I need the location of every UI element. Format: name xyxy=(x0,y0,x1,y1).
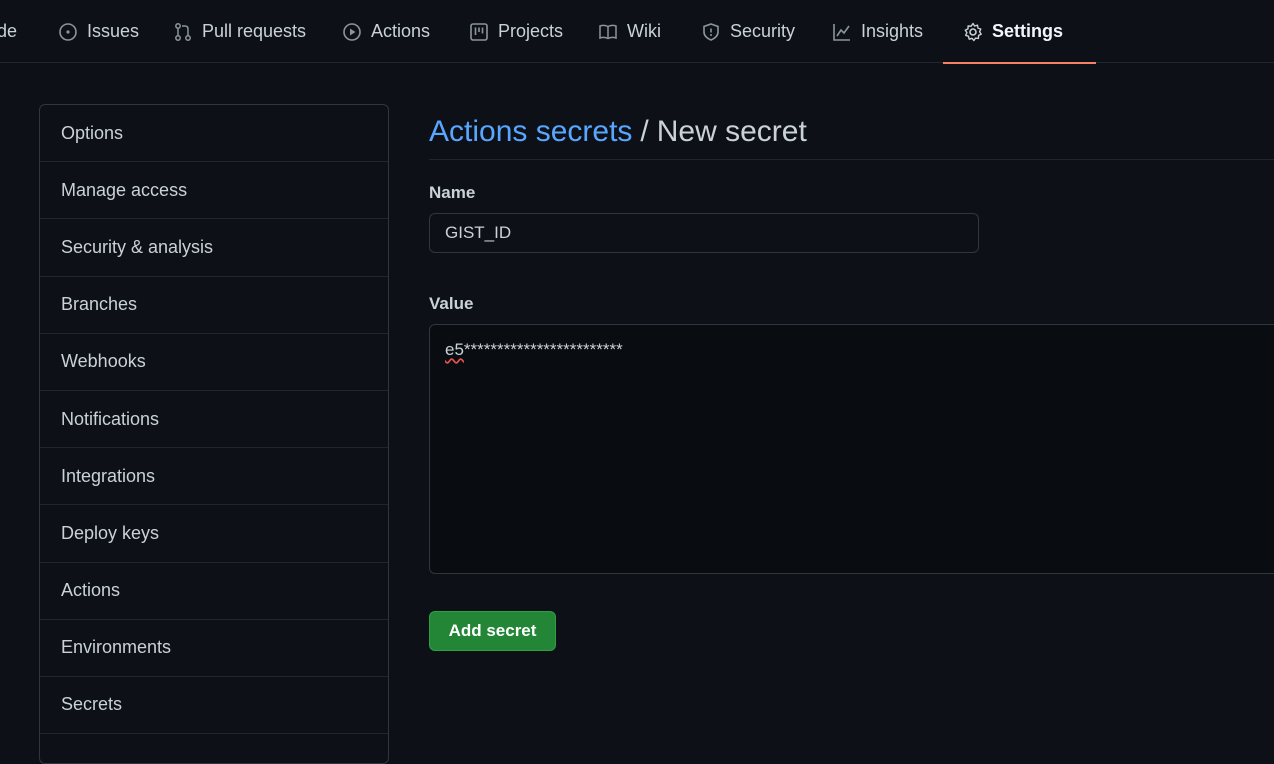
sidebar-item-webhooks[interactable]: Webhooks xyxy=(40,334,388,391)
sidebar-item-secrets[interactable]: Secrets xyxy=(40,677,388,735)
sidebar-item-label: Manage access xyxy=(61,179,188,200)
tab-code[interactable]: de xyxy=(0,0,17,63)
value-label: Value xyxy=(429,294,474,313)
repo-nav: de Issues Pull requests Actions Projects… xyxy=(0,0,1274,64)
name-label: Name xyxy=(429,183,476,202)
tab-security-label: Security xyxy=(730,21,796,41)
tab-wiki-label: Wiki xyxy=(627,21,661,41)
issue-opened-icon xyxy=(58,22,78,42)
project-icon xyxy=(469,22,489,42)
tab-projects-label: Projects xyxy=(498,21,564,41)
sidebar-item-label: Actions xyxy=(61,580,121,601)
sidebar-item-integrations[interactable]: Integrations xyxy=(40,448,388,506)
settings-sidebar: Options Manage access Security & analysi… xyxy=(39,104,389,764)
tab-issues-label: Issues xyxy=(87,21,140,41)
tab-actions-label: Actions xyxy=(371,21,431,41)
sidebar-item-label: Notifications xyxy=(61,408,160,429)
gear-icon xyxy=(963,22,983,42)
tab-pull-requests-label: Pull requests xyxy=(202,21,307,41)
tab-settings[interactable]: Settings xyxy=(942,0,1097,64)
tab-pull-requests[interactable]: Pull requests xyxy=(173,0,306,63)
tab-code-label: de xyxy=(0,21,18,41)
tab-security[interactable]: Security xyxy=(701,0,795,63)
tab-issues[interactable]: Issues xyxy=(58,0,139,63)
graph-icon xyxy=(832,22,852,42)
title-current: New secret xyxy=(656,114,807,148)
secret-name-input[interactable] xyxy=(429,213,979,253)
shield-icon xyxy=(701,22,721,42)
sidebar-item-branches[interactable]: Branches xyxy=(40,277,388,334)
sidebar-item-label: Environments xyxy=(61,637,172,658)
sidebar-item-security-analysis[interactable]: Security & analysis xyxy=(40,219,388,277)
tab-projects[interactable]: Projects xyxy=(469,0,563,63)
sidebar-item-label: Webhooks xyxy=(61,351,146,372)
sidebar-item-options[interactable]: Options xyxy=(40,105,388,163)
sidebar-item-notifications[interactable]: Notifications xyxy=(40,391,388,449)
title-separator: / xyxy=(640,114,649,148)
tab-wiki[interactable]: Wiki xyxy=(598,0,661,63)
sidebar-item-actions[interactable]: Actions xyxy=(40,563,388,620)
tab-settings-label: Settings xyxy=(992,21,1064,41)
book-icon xyxy=(598,22,618,42)
sidebar-item-label: Security & analysis xyxy=(61,236,214,257)
tab-insights[interactable]: Insights xyxy=(832,0,923,63)
sidebar-item-label: Deploy keys xyxy=(61,522,160,543)
git-pull-request-icon xyxy=(173,22,193,42)
sidebar-item-label: Integrations xyxy=(61,465,156,486)
page-title: Actions secrets / New secret xyxy=(429,104,1274,160)
secret-value-textarea[interactable]: e5************************ xyxy=(429,324,1274,574)
tab-actions[interactable]: Actions xyxy=(342,0,430,63)
sidebar-item-deploy-keys[interactable]: Deploy keys xyxy=(40,505,388,563)
sidebar-item-environments[interactable]: Environments xyxy=(40,620,388,677)
sidebar-item-label: Secrets xyxy=(61,694,123,715)
tab-insights-label: Insights xyxy=(861,21,924,41)
secret-value-prefix: e5 xyxy=(445,340,464,359)
new-secret-form: Actions secrets / New secret Name Value … xyxy=(429,104,1274,651)
actions-secrets-link[interactable]: Actions secrets xyxy=(429,115,632,149)
secret-value-masked: ************************ xyxy=(463,340,623,359)
play-icon xyxy=(342,22,362,42)
add-secret-button[interactable]: Add secret xyxy=(429,611,556,651)
sidebar-item-label: Branches xyxy=(61,294,138,315)
sidebar-item-manage-access[interactable]: Manage access xyxy=(40,162,388,220)
sidebar-item-label: Options xyxy=(61,122,124,143)
